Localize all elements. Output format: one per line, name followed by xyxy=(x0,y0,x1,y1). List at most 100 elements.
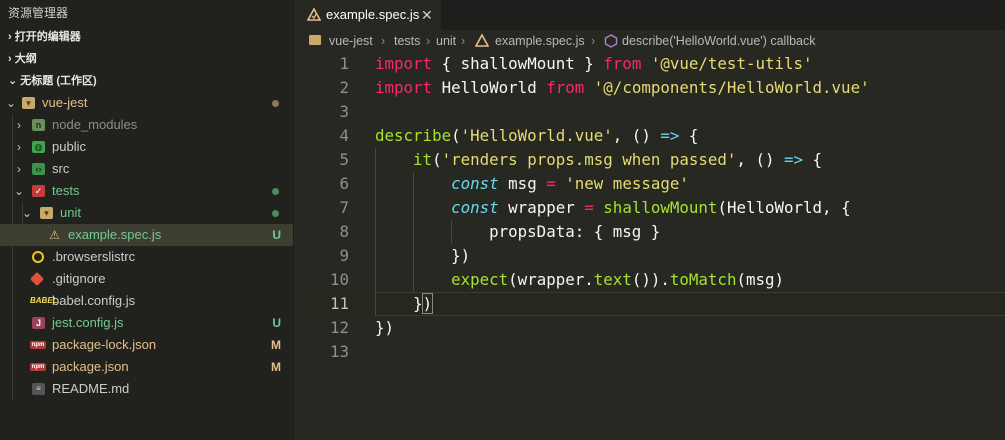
code-line[interactable]: 5 it('renders props.msg when passed', ()… xyxy=(295,148,1005,172)
tree-item-label: public xyxy=(52,139,86,154)
code-text: import { shallowMount } from '@vue/test-… xyxy=(375,54,813,73)
breadcrumb-item[interactable]: unit xyxy=(436,30,456,52)
line-number: 1 xyxy=(339,54,349,73)
tree-item-label: .gitignore xyxy=(52,271,106,286)
chevron-right-icon: › xyxy=(8,53,12,65)
code-editor[interactable]: 1 import { shallowMount } from '@vue/test… xyxy=(295,52,1005,440)
line-number: 12 xyxy=(329,318,349,337)
untracked-badge: U xyxy=(272,316,281,330)
code-line[interactable]: 9 }) xyxy=(295,244,1005,268)
tree-item-readme[interactable]: ≡ README.md xyxy=(0,378,293,400)
code-text: const msg = 'new message' xyxy=(451,174,689,193)
code-line[interactable]: 10 expect(wrapper.text()).toMatch(msg) xyxy=(295,268,1005,292)
untracked-badge: U xyxy=(272,228,281,242)
tree-item-jest-config[interactable]: J jest.config.js U xyxy=(0,312,293,334)
line-number: 4 xyxy=(339,126,349,145)
js-test-file-icon xyxy=(307,8,321,21)
breadcrumb-item[interactable]: describe('HelloWorld.vue') callback xyxy=(622,30,816,52)
chevron-right-icon: › xyxy=(17,162,21,176)
tree-item-tests[interactable]: ⌄ ✓ tests xyxy=(0,180,293,202)
code-line[interactable]: 13 xyxy=(295,340,1005,364)
code-line[interactable]: 4 describe('HelloWorld.vue', () => { xyxy=(295,124,1005,148)
tree-item-public[interactable]: › ◍ public xyxy=(0,136,293,158)
chevron-right-icon: › xyxy=(8,31,12,43)
tree-item-vue-jest[interactable]: ⌄ ▾ vue-jest xyxy=(0,92,293,114)
code-text: expect(wrapper.text()).toMatch(msg) xyxy=(451,270,785,289)
folder-icon xyxy=(309,35,321,45)
tab-bar: example.spec.js ✕ xyxy=(295,0,1005,30)
code-text: import HelloWorld from '@/components/Hel… xyxy=(375,78,870,97)
chevron-right-icon: › xyxy=(461,34,466,48)
code-text: }) xyxy=(413,293,434,314)
tree-item-src[interactable]: › ‹› src xyxy=(0,158,293,180)
code-line[interactable]: 3 xyxy=(295,100,1005,124)
tree-item-package-lock[interactable]: npm package-lock.json M xyxy=(0,334,293,356)
breadcrumb: vue-jest › tests › unit › example.spec.j… xyxy=(295,30,1005,52)
outline-section[interactable]: › 大纲 xyxy=(0,48,293,70)
npm-icon: npm xyxy=(30,341,46,349)
breadcrumb-item[interactable]: tests xyxy=(394,30,420,52)
tree-item-gitignore[interactable]: .gitignore xyxy=(0,268,293,290)
line-number: 8 xyxy=(339,222,349,241)
chevron-down-icon: ⌄ xyxy=(21,206,33,220)
code-line[interactable]: 7 const wrapper = shallowMount(HelloWorl… xyxy=(295,196,1005,220)
code-line[interactable]: 1 import { shallowMount } from '@vue/test… xyxy=(295,52,1005,76)
tree-item-label: unit xyxy=(60,205,81,220)
folder-open-icon: ▾ xyxy=(40,207,53,219)
js-test-file-icon xyxy=(475,34,489,47)
readme-icon: ≡ xyxy=(32,383,45,395)
untracked-dot xyxy=(272,188,279,195)
public-folder-icon: ◍ xyxy=(32,141,45,153)
code-line[interactable]: 8 propsData: { msg } xyxy=(295,220,1005,244)
modified-dot xyxy=(272,100,279,107)
tree-item-package-json[interactable]: npm package.json M xyxy=(0,356,293,378)
code-text: }) xyxy=(375,318,395,337)
tree-item-label: package.json xyxy=(52,359,129,374)
workspace-section[interactable]: ⌄ 无标题 (工作区) xyxy=(0,70,293,92)
untracked-dot xyxy=(272,210,279,217)
tree-item-example-spec[interactable]: ⚠ example.spec.js U xyxy=(0,224,293,246)
tree-item-babel-config[interactable]: BABEL babel.config.js xyxy=(0,290,293,312)
chevron-right-icon: › xyxy=(426,34,431,48)
babel-icon: BABEL xyxy=(30,296,58,305)
line-number: 7 xyxy=(339,198,349,217)
tree-item-unit[interactable]: ⌄ ▾ unit xyxy=(0,202,293,224)
node-folder-icon: n xyxy=(32,119,45,131)
tab-label: example.spec.js xyxy=(326,7,420,22)
tree-item-label: README.md xyxy=(52,381,130,396)
tree-item-label: .browserslistrc xyxy=(52,249,136,264)
line-number: 3 xyxy=(339,102,349,121)
code-line[interactable]: 6 const msg = 'new message' xyxy=(295,172,1005,196)
jest-icon: J xyxy=(32,317,45,329)
modified-badge: M xyxy=(271,338,281,352)
workspace-label: 无标题 (工作区) xyxy=(20,75,97,87)
chevron-down-icon: ⌄ xyxy=(8,75,18,87)
explorer-sidebar: 资源管理器 › 打开的编辑器 › 大纲 ⌄ 无标题 (工作区) ⌄ ▾ vue-… xyxy=(0,0,294,440)
tree-item-label: babel.config.js xyxy=(52,293,136,308)
modified-badge: M xyxy=(271,360,281,374)
code-text: }) xyxy=(375,246,471,265)
breadcrumb-item[interactable]: example.spec.js xyxy=(495,30,585,52)
editor-area: example.spec.js ✕ vue-jest › tests › uni… xyxy=(295,0,1005,440)
open-editors-label: 打开的编辑器 xyxy=(14,31,81,43)
code-line[interactable]: 11 }) xyxy=(295,292,1005,316)
code-line[interactable]: 2 import HelloWorld from '@/components/He… xyxy=(295,76,1005,100)
open-editors-section[interactable]: › 打开的编辑器 xyxy=(0,26,293,48)
chevron-right-icon: › xyxy=(381,34,386,48)
browserslist-icon xyxy=(32,251,44,263)
tree-item-browserslistrc[interactable]: .browserslistrc xyxy=(0,246,293,268)
code-text: it('renders props.msg when passed', () =… xyxy=(413,150,823,169)
chevron-right-icon: › xyxy=(17,118,21,132)
tests-folder-icon: ✓ xyxy=(32,185,45,197)
tree-item-label: node_modules xyxy=(52,117,138,132)
code-line[interactable]: 12}) xyxy=(295,316,1005,340)
breadcrumb-item[interactable]: vue-jest xyxy=(329,30,373,52)
explorer-title: 资源管理器 xyxy=(8,6,69,20)
close-icon[interactable]: ✕ xyxy=(421,0,433,30)
line-number: 10 xyxy=(329,270,349,289)
line-number: 6 xyxy=(339,174,349,193)
tab-example-spec[interactable]: example.spec.js ✕ xyxy=(295,0,441,30)
tree-item-node-modules[interactable]: › n node_modules xyxy=(0,114,293,136)
line-number: 5 xyxy=(339,150,349,169)
git-icon xyxy=(29,271,45,287)
